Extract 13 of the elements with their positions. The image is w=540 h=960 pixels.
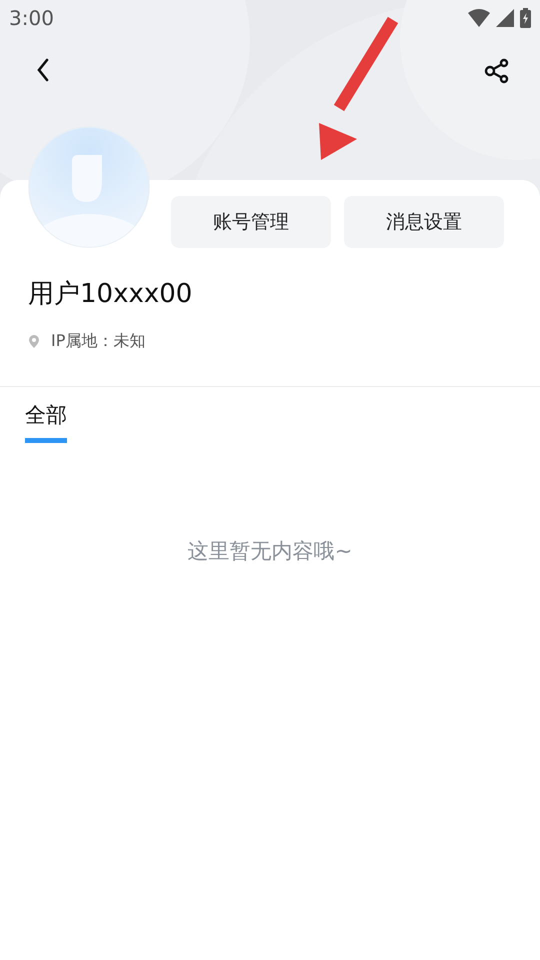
signal-icon: [496, 9, 514, 27]
battery-icon: [520, 8, 531, 28]
username: 用户10xxx00: [27, 278, 194, 311]
chevron-left-icon: [36, 58, 50, 82]
status-time: 3:00: [9, 6, 54, 30]
empty-message: 这里暂无内容哦~: [186, 538, 354, 565]
location-pin-icon: [29, 335, 39, 348]
profile-button[interactable]: 账号管理: [171, 196, 331, 248]
share-icon: [484, 58, 510, 84]
tab[interactable]: 全部: [25, 401, 67, 443]
ip-location: IP属地：未知: [51, 331, 146, 352]
profile-button[interactable]: 消息设置: [344, 196, 504, 248]
wifi-icon: [468, 9, 490, 27]
